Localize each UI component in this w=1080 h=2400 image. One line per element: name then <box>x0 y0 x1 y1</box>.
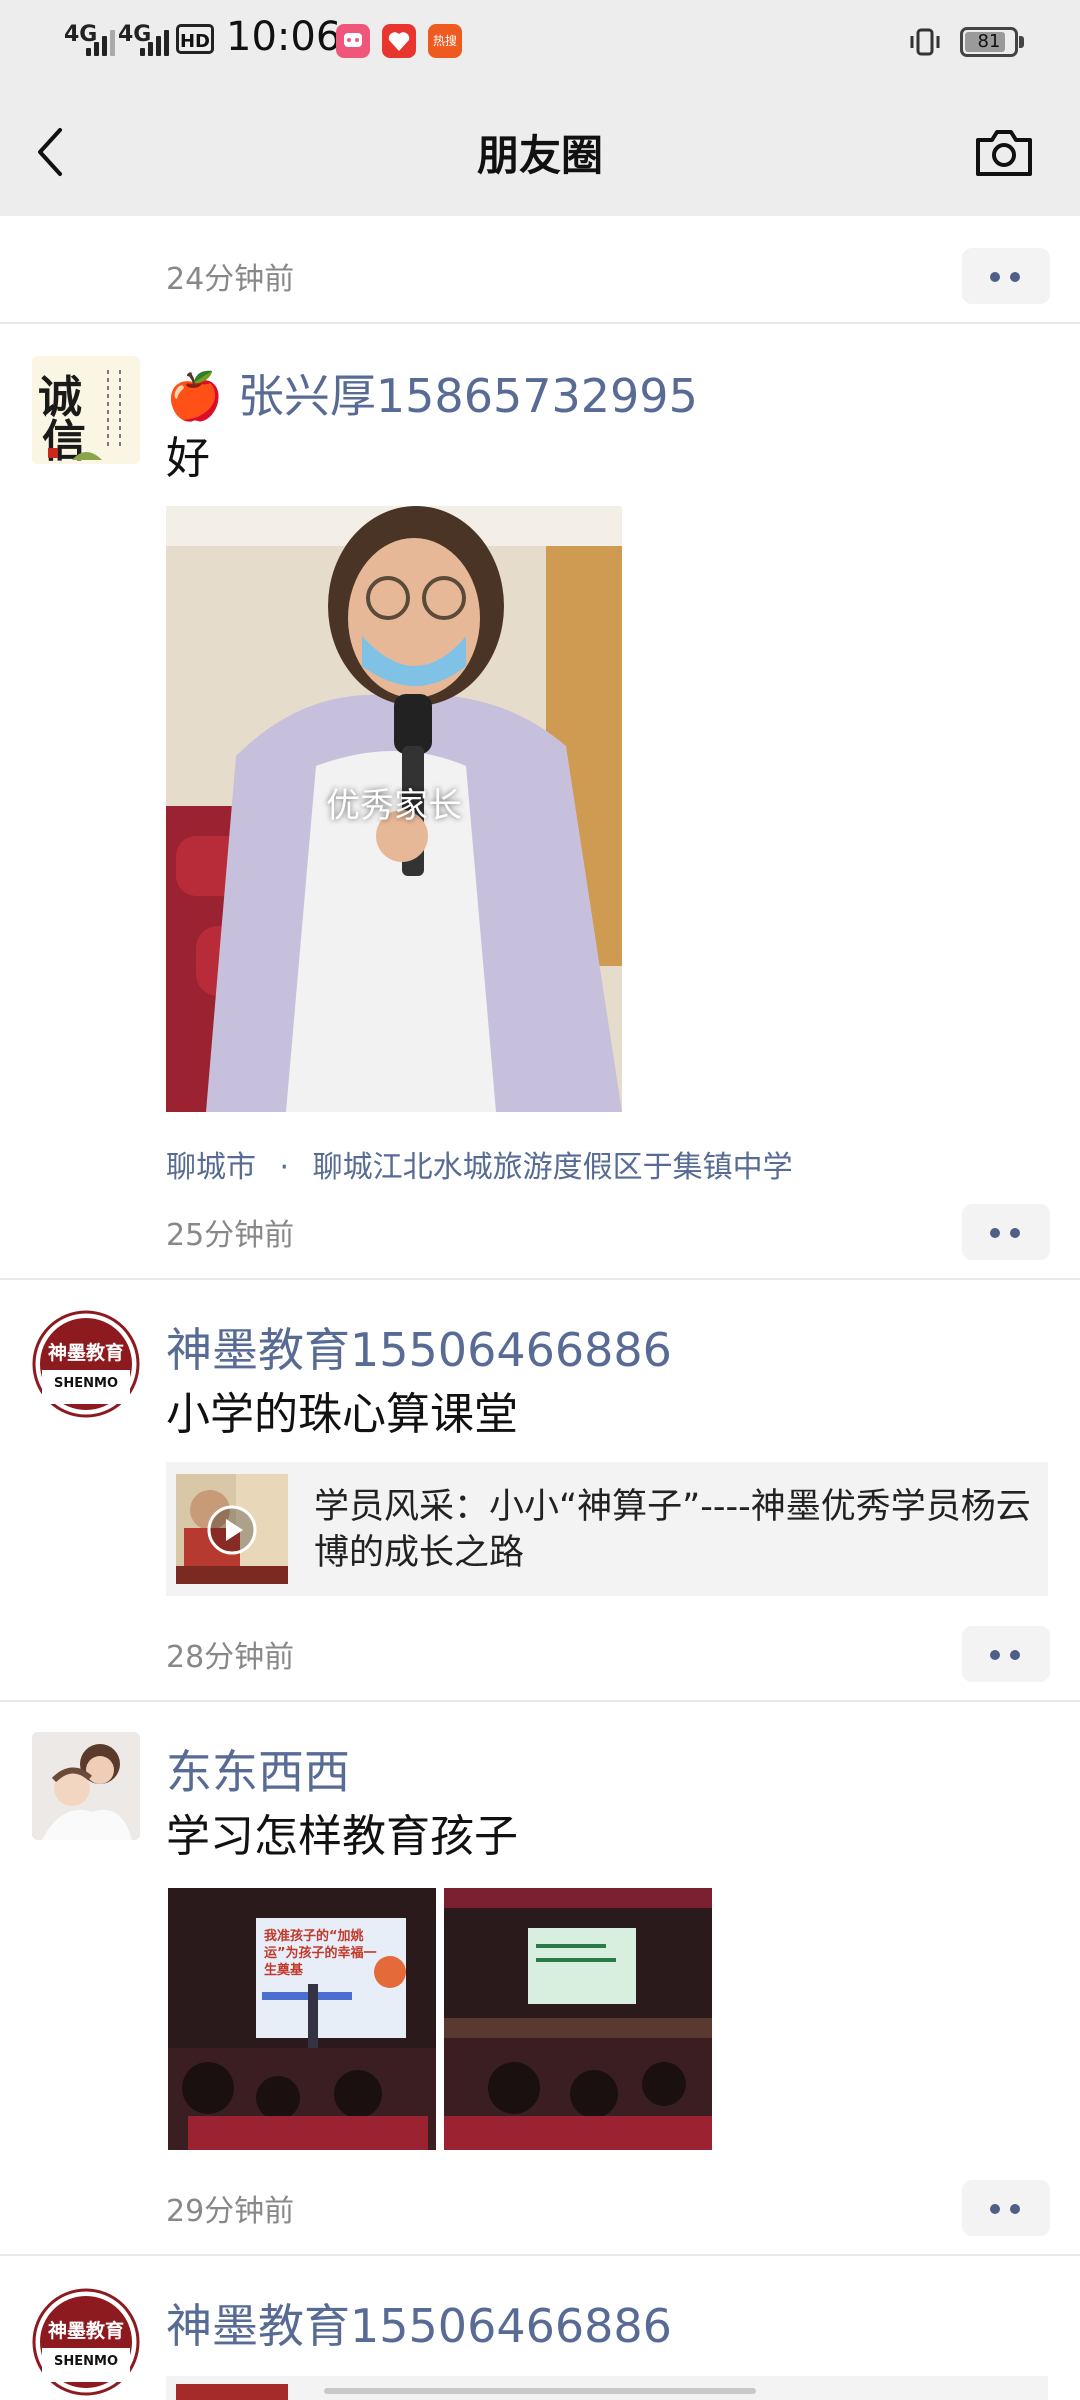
app-notification-2-icon <box>382 24 416 58</box>
post-video-image[interactable]: 优秀家长 <box>166 506 622 1112</box>
avatar-subtitle: SHENMO <box>54 2354 118 2369</box>
avatar[interactable]: 神墨教育 SHENMO <box>32 2288 140 2396</box>
post-time: 28分钟前 <box>166 1640 295 1675</box>
signal-bars-1-icon <box>86 28 115 56</box>
calligraphy-avatar-icon: 诚 信 <box>32 356 140 464</box>
link-title: 学员风采：小小“神算子”----神墨优秀学员杨云博的成长之路 <box>314 1487 1031 1573</box>
post-text: 学习怎样教育孩子 <box>166 1811 518 1862</box>
post-divider <box>0 322 1080 324</box>
post-location[interactable]: 聊城市 · 聊城江北水城旅游度假区于集镇中学 <box>166 1142 793 1186</box>
post-author-name[interactable]: 神墨教育15506466886 <box>166 1314 672 1380</box>
more-actions-button[interactable] <box>962 1204 1050 1260</box>
avatar-title: 神墨教育 <box>47 1342 124 1364</box>
vibrate-icon <box>910 28 940 56</box>
page-title: 朋友圈 <box>476 131 603 180</box>
post-divider <box>0 2254 1080 2256</box>
post-author-name[interactable]: 神墨教育15506466886 <box>166 2290 672 2356</box>
post-time: 29分钟前 <box>166 2194 295 2229</box>
home-indicator-bar <box>324 2388 756 2394</box>
location-place: 聊城江北水城旅游度假区于集镇中学 <box>312 1150 793 1185</box>
more-actions-button[interactable] <box>962 1626 1050 1682</box>
post-time: 25分钟前 <box>166 1218 295 1253</box>
post-author-name[interactable]: 🍎 张兴厚15865732995 <box>166 360 698 426</box>
play-icon <box>207 1505 257 1555</box>
link-thumbnail <box>176 2384 288 2400</box>
battery-tip <box>1019 36 1024 48</box>
more-actions-button[interactable] <box>962 248 1050 304</box>
status-bar: 4G 4G HD 10:06 热搜 81 <box>0 0 1080 86</box>
post-divider <box>0 1700 1080 1702</box>
post-divider <box>0 1278 1080 1280</box>
post-text: 好 <box>166 433 210 484</box>
app-notification-3-icon: 热搜 <box>428 24 462 58</box>
more-actions-button[interactable] <box>962 2180 1050 2236</box>
location-city: 聊城市 <box>166 1150 256 1185</box>
avatar[interactable] <box>32 1732 140 1840</box>
post-image-2[interactable] <box>444 1888 712 2150</box>
signal-bars-2-icon <box>140 28 169 56</box>
hd-voice-icon: HD <box>176 24 214 54</box>
mother-child-photo-icon <box>32 1732 140 1840</box>
avatar-subtitle: SHENMO <box>54 1376 118 1391</box>
avatar[interactable]: 神墨教育 SHENMO <box>32 1310 140 1418</box>
post-image-1[interactable]: 我准孩子的“加姚运”为孩子的幸福一生奠基 <box>168 1888 436 2150</box>
video-caption: 优秀家长 <box>326 786 462 826</box>
post-author-name[interactable]: 东东西西 <box>166 1736 350 1802</box>
avatar-title: 神墨教育 <box>47 2320 124 2342</box>
top-bar: 4G 4G HD 10:06 热搜 81 朋友圈 <box>0 0 1080 216</box>
slide-text: 我准孩子的“加姚运”为孩子的幸福一生奠基 <box>264 1929 377 1978</box>
post-time: 24分钟前 <box>166 262 295 297</box>
shared-link-card[interactable]: 学员风采：小小“神算子”----神墨优秀学员杨云博的成长之路 <box>166 1462 1048 1596</box>
camera-icon[interactable] <box>974 124 1034 180</box>
battery-icon: 81 <box>960 27 1018 57</box>
link-thumbnail <box>176 1474 288 1584</box>
location-separator: · <box>279 1150 290 1185</box>
app-notification-1-icon <box>336 24 370 58</box>
status-time: 10:06 <box>226 14 342 60</box>
battery-level: 81 <box>977 31 1001 52</box>
post-text: 小学的珠心算课堂 <box>166 1389 518 1440</box>
avatar[interactable]: 诚 信 <box>32 356 140 464</box>
